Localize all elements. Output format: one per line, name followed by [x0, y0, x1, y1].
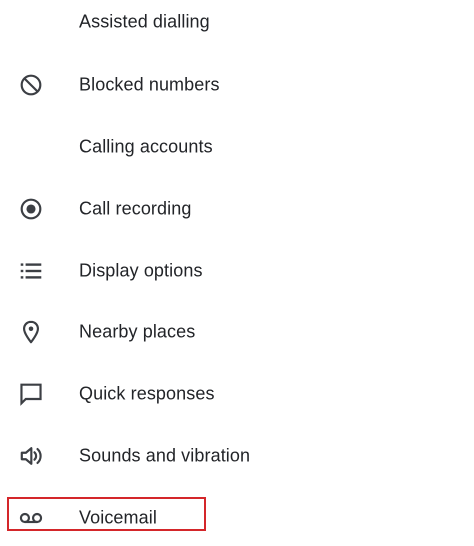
settings-item-label: Nearby places	[79, 321, 196, 342]
settings-item-label: Blocked numbers	[79, 74, 220, 95]
settings-item-voicemail[interactable]: Voicemail	[0, 490, 474, 546]
block-icon	[18, 72, 44, 98]
settings-item-assisted-dialling[interactable]: Assisted dialling	[0, 0, 474, 50]
settings-item-label: Call recording	[79, 198, 192, 219]
settings-item-calling-accounts[interactable]: Calling accounts	[0, 119, 474, 175]
settings-item-nearby-places[interactable]: Nearby places	[0, 304, 474, 360]
record-icon	[18, 196, 44, 222]
settings-item-label: Assisted dialling	[79, 11, 210, 32]
settings-item-label: Display options	[79, 260, 203, 281]
settings-item-blocked-numbers[interactable]: Blocked numbers	[0, 57, 474, 113]
settings-list: Assisted dialling Blocked numbers Callin…	[0, 0, 474, 545]
settings-item-sounds-and-vibration[interactable]: Sounds and vibration	[0, 428, 474, 484]
settings-item-quick-responses[interactable]: Quick responses	[0, 366, 474, 422]
settings-item-display-options[interactable]: Display options	[0, 243, 474, 299]
location-pin-icon	[18, 319, 44, 345]
chat-bubble-icon	[18, 381, 44, 407]
settings-item-label: Voicemail	[79, 507, 157, 528]
list-icon	[18, 258, 44, 284]
voicemail-icon	[18, 505, 44, 531]
settings-item-label: Calling accounts	[79, 136, 213, 157]
settings-item-label: Quick responses	[79, 383, 215, 404]
volume-icon	[18, 443, 44, 469]
settings-item-label: Sounds and vibration	[79, 445, 251, 466]
settings-item-call-recording[interactable]: Call recording	[0, 181, 474, 237]
